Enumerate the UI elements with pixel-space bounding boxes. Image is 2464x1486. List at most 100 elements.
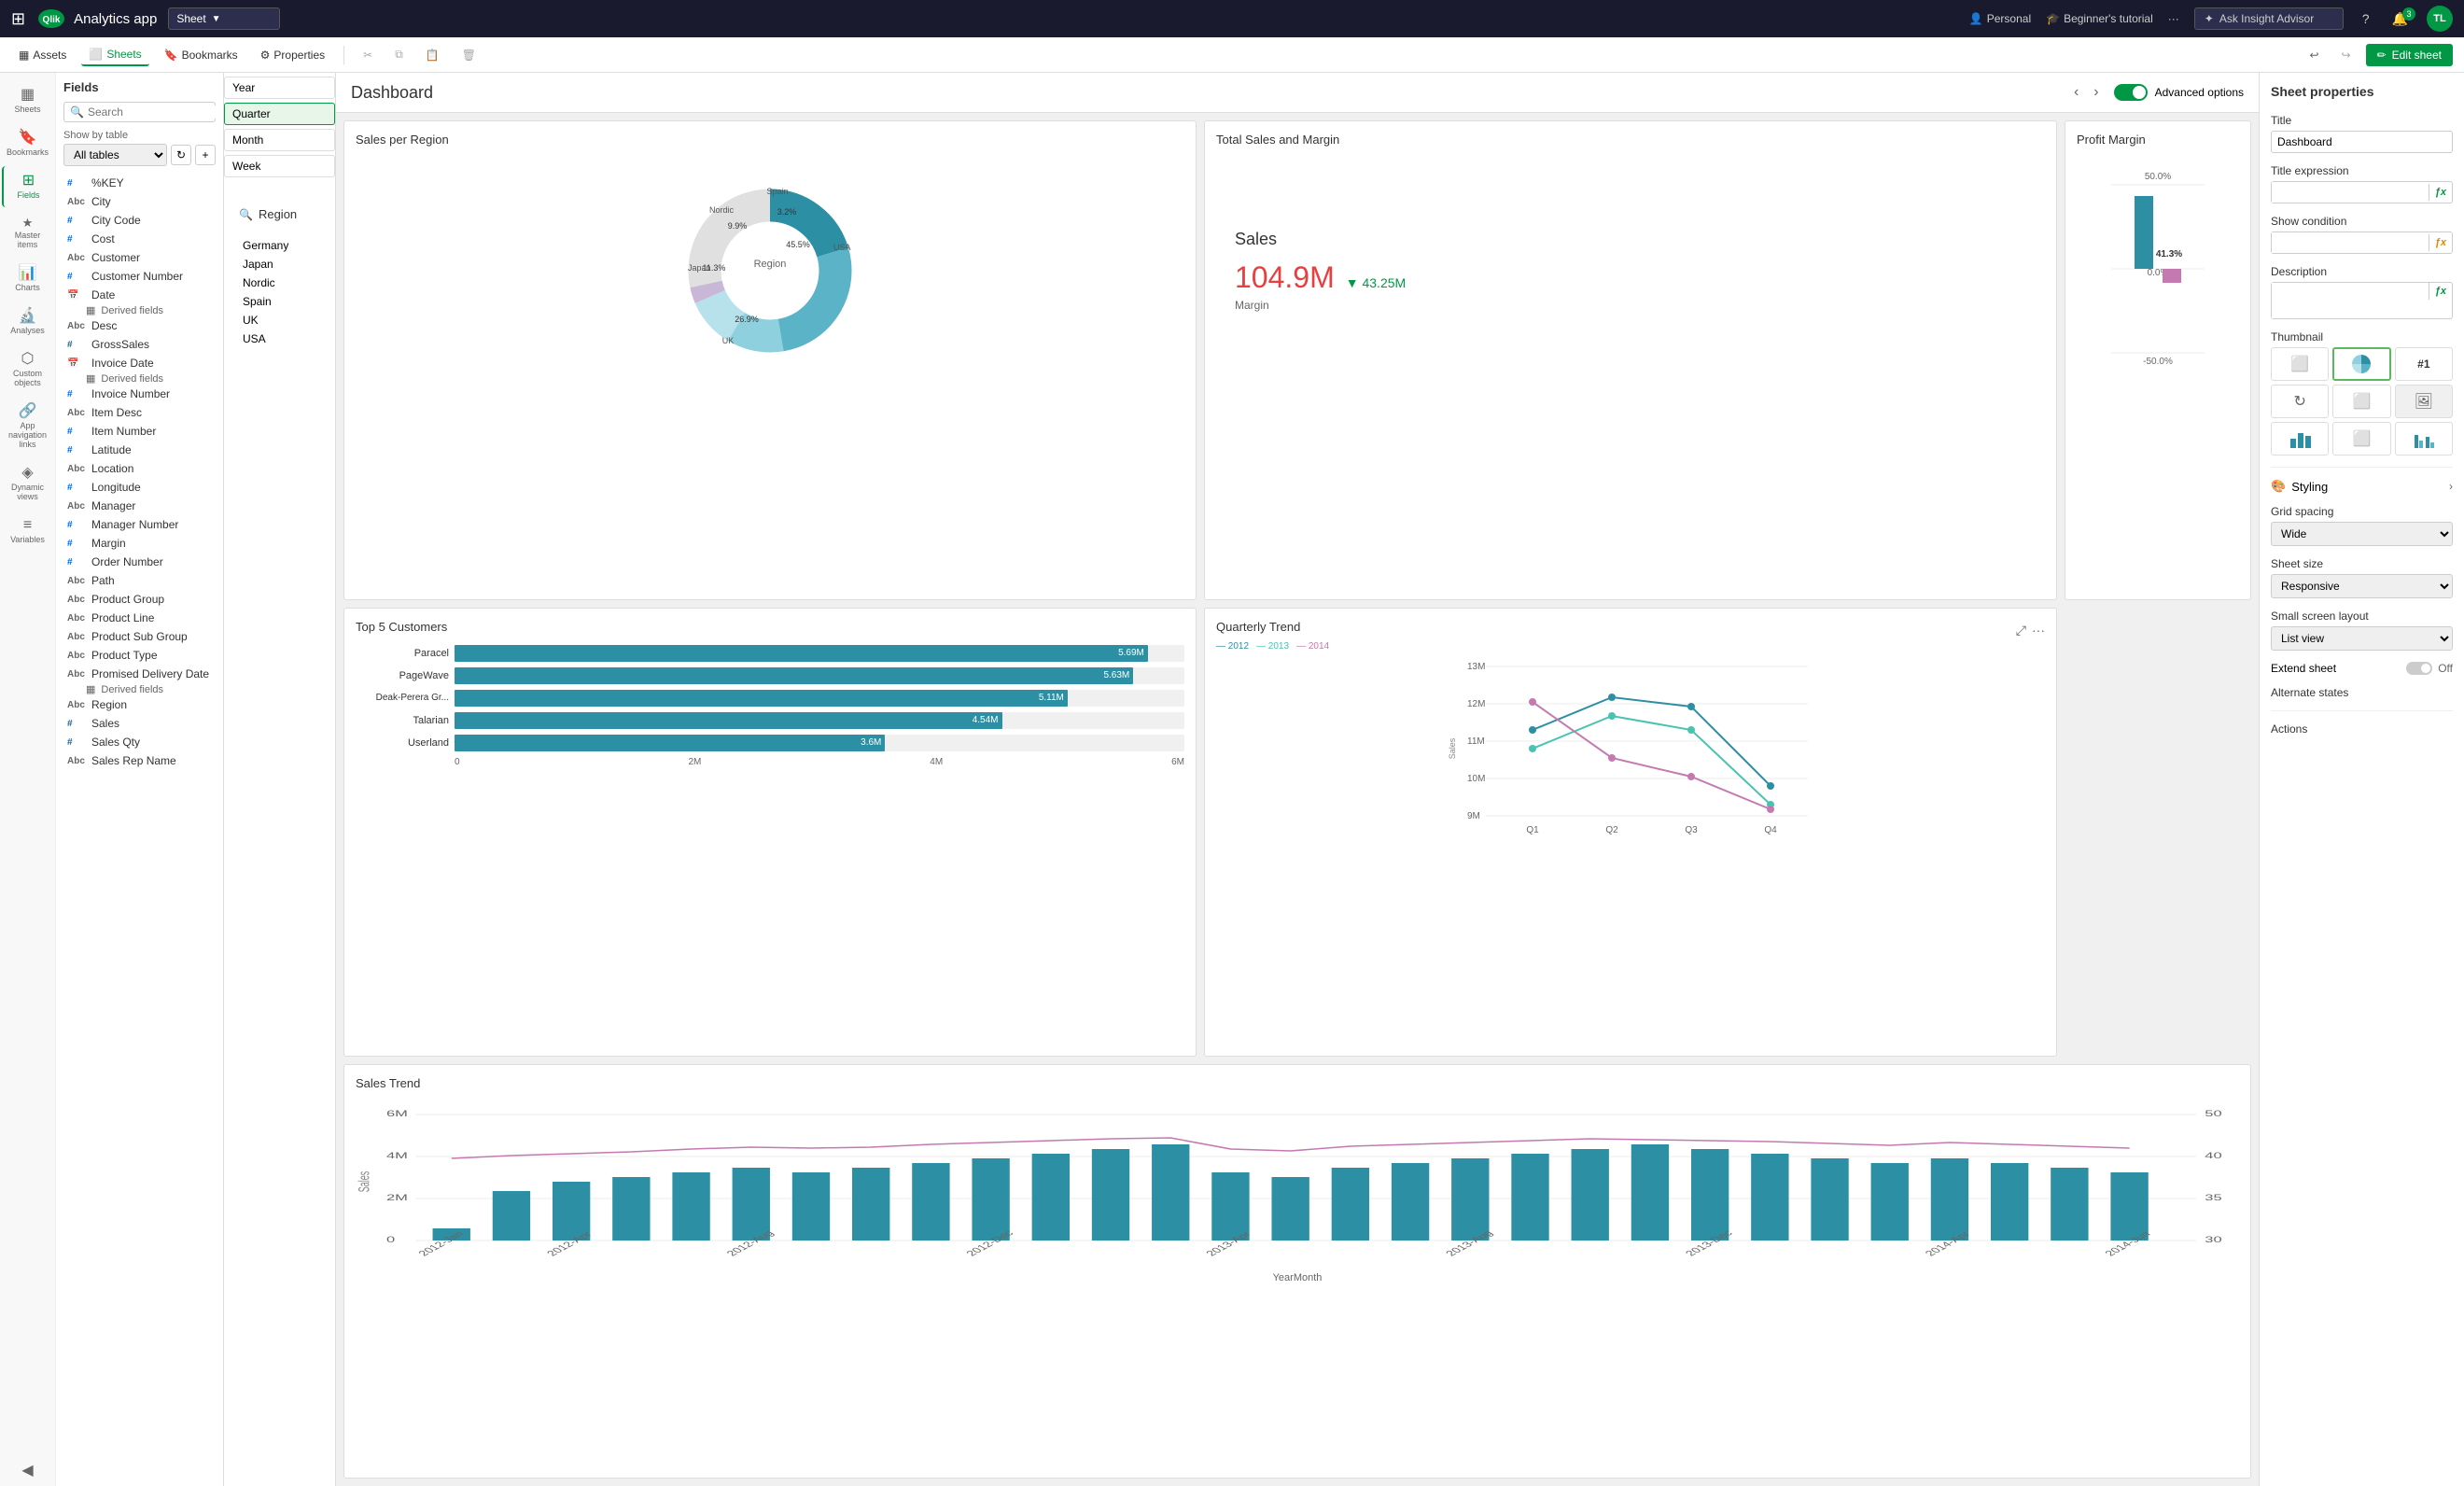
thumb-pie[interactable] xyxy=(2332,347,2390,381)
undo-btn[interactable]: ↩ xyxy=(2302,45,2326,65)
show-condition-fx-btn[interactable]: ƒx xyxy=(2429,234,2452,251)
user-avatar[interactable]: TL xyxy=(2427,6,2453,32)
field-item[interactable]: #Cost xyxy=(63,230,216,248)
field-item[interactable]: #GrossSales xyxy=(63,335,216,354)
region-japan[interactable]: Japan xyxy=(239,255,320,273)
thumb-selected-img[interactable]: 🖼 xyxy=(2395,385,2453,418)
field-item[interactable]: AbcManager xyxy=(63,497,216,515)
extend-toggle[interactable] xyxy=(2406,662,2432,675)
field-item[interactable]: AbcCity xyxy=(63,192,216,211)
title-input[interactable] xyxy=(2271,131,2453,153)
show-condition-input[interactable]: ƒx xyxy=(2271,231,2453,254)
thumb-group-bar[interactable] xyxy=(2395,422,2453,456)
derived-fields[interactable]: ▦Derived fields xyxy=(63,304,216,316)
sheets-btn[interactable]: ⬜ Sheets xyxy=(81,44,148,66)
table-select[interactable]: All tables xyxy=(63,144,167,166)
expand-btn[interactable]: ⤢ xyxy=(2016,623,2026,638)
title-fx-btn[interactable]: ƒx xyxy=(2429,184,2452,201)
field-item[interactable]: #Manager Number xyxy=(63,515,216,534)
region-spain[interactable]: Spain xyxy=(239,292,320,311)
nav-variables[interactable]: ≡ Variables xyxy=(2,511,54,552)
nav-bookmarks[interactable]: 🔖 Bookmarks xyxy=(2,123,54,164)
field-item[interactable]: #City Code xyxy=(63,211,216,230)
thumb-refresh[interactable]: ↻ xyxy=(2271,385,2329,418)
derived-fields[interactable]: ▦Derived fields xyxy=(63,372,216,385)
edit-sheet-btn[interactable]: ✏ Edit sheet xyxy=(2366,44,2453,66)
advanced-toggle[interactable] xyxy=(2114,84,2148,101)
nav-fields[interactable]: ⊞ Fields xyxy=(2,166,54,207)
field-item[interactable]: AbcPromised Delivery Date xyxy=(63,665,216,683)
reload-btn[interactable]: ↻ xyxy=(171,145,191,165)
description-input[interactable]: ƒx xyxy=(2271,282,2453,319)
grid-spacing-select[interactable]: Wide xyxy=(2271,522,2453,546)
properties-btn[interactable]: ⚙ Properties xyxy=(253,45,332,65)
field-item[interactable]: AbcProduct Sub Group xyxy=(63,627,216,646)
field-item[interactable]: #Invoice Number xyxy=(63,385,216,403)
small-screen-select[interactable]: List view xyxy=(2271,626,2453,651)
nav-charts[interactable]: 📊 Charts xyxy=(2,259,54,300)
region-usa[interactable]: USA xyxy=(239,329,320,348)
insight-advisor-btn[interactable]: ✦ Ask Insight Advisor xyxy=(2194,7,2344,30)
add-field-btn[interactable]: + xyxy=(195,145,216,165)
filter-quarter[interactable]: Quarter xyxy=(224,103,335,125)
app-menu-icon[interactable]: ⊞ xyxy=(11,9,25,29)
field-item[interactable]: #Sales xyxy=(63,714,216,733)
filter-week[interactable]: Week xyxy=(224,155,335,177)
more-options-btn[interactable]: ··· xyxy=(2032,623,2045,638)
tutorial-btn[interactable]: 🎓 Beginner's tutorial xyxy=(2046,12,2153,25)
field-item[interactable]: #Longitude xyxy=(63,478,216,497)
field-item[interactable]: AbcRegion xyxy=(63,695,216,714)
field-item[interactable]: AbcItem Desc xyxy=(63,403,216,422)
field-item[interactable]: #Margin xyxy=(63,534,216,553)
assets-btn[interactable]: ▦ Assets xyxy=(11,45,74,65)
field-item[interactable]: #Order Number xyxy=(63,553,216,571)
field-item[interactable]: AbcCustomer xyxy=(63,248,216,267)
field-item[interactable]: AbcProduct Line xyxy=(63,609,216,627)
notifications[interactable]: 🔔 3 xyxy=(2388,11,2412,27)
nav-collapse[interactable]: ◀ xyxy=(2,1456,54,1486)
thumb-blank3[interactable]: ⬜ xyxy=(2332,422,2390,456)
field-item[interactable]: 📅Date xyxy=(63,286,216,304)
field-item[interactable]: AbcPath xyxy=(63,571,216,590)
nav-custom-objects[interactable]: ⬡ Custom objects xyxy=(2,344,54,395)
styling-expand-btn[interactable]: › xyxy=(2449,480,2453,493)
thumb-number[interactable]: #1 xyxy=(2395,347,2453,381)
thumb-blank2[interactable]: ⬜ xyxy=(2332,385,2390,418)
filter-year[interactable]: Year xyxy=(224,77,335,99)
thumb-bar-chart[interactable] xyxy=(2271,422,2329,456)
description-field[interactable] xyxy=(2272,283,2429,318)
field-item[interactable]: #Sales Qty xyxy=(63,733,216,751)
sheet-selector[interactable]: Sheet ▼ xyxy=(168,7,280,30)
more-btn[interactable]: ··· xyxy=(2168,12,2179,25)
paste-btn[interactable]: 📋 xyxy=(418,45,447,65)
bookmarks-btn[interactable]: 🔖 Bookmarks xyxy=(157,45,245,65)
field-item[interactable]: AbcProduct Type xyxy=(63,646,216,665)
region-uk[interactable]: UK xyxy=(239,311,320,329)
cut-btn[interactable]: ✂ xyxy=(356,45,380,65)
field-item[interactable]: #%KEY xyxy=(63,174,216,192)
nav-app-links[interactable]: 🔗 App navigation links xyxy=(2,397,54,456)
filter-month[interactable]: Month xyxy=(224,129,335,151)
search-box[interactable]: 🔍 xyxy=(63,102,216,122)
show-condition-field[interactable] xyxy=(2272,232,2429,253)
copy-btn[interactable]: ⧉ xyxy=(387,44,411,65)
title-expression-input[interactable]: ƒx xyxy=(2271,181,2453,203)
advanced-options-toggle[interactable]: Advanced options xyxy=(2114,84,2244,101)
field-item[interactable]: AbcSales Rep Name xyxy=(63,751,216,770)
field-item[interactable]: AbcProduct Group xyxy=(63,590,216,609)
nav-sheets[interactable]: ▦ Sheets xyxy=(2,80,54,121)
personal-btn[interactable]: 👤 Personal xyxy=(1969,12,2031,25)
field-item[interactable]: #Item Number xyxy=(63,422,216,441)
delete-btn[interactable]: 🗑 xyxy=(455,45,483,65)
description-fx-btn[interactable]: ƒx xyxy=(2429,283,2452,300)
field-item[interactable]: AbcLocation xyxy=(63,459,216,478)
derived-fields[interactable]: ▦Derived fields xyxy=(63,683,216,695)
nav-master-items[interactable]: ★ Master items xyxy=(2,209,54,257)
prev-sheet-btn[interactable]: ‹ xyxy=(2070,82,2082,103)
help-btn[interactable]: ? xyxy=(2359,7,2373,30)
region-nordic[interactable]: Nordic xyxy=(239,273,320,292)
field-item[interactable]: #Customer Number xyxy=(63,267,216,286)
sheet-size-select[interactable]: Responsive xyxy=(2271,574,2453,598)
region-germany[interactable]: Germany xyxy=(239,236,320,255)
nav-dynamic-views[interactable]: ◈ Dynamic views xyxy=(2,458,54,509)
